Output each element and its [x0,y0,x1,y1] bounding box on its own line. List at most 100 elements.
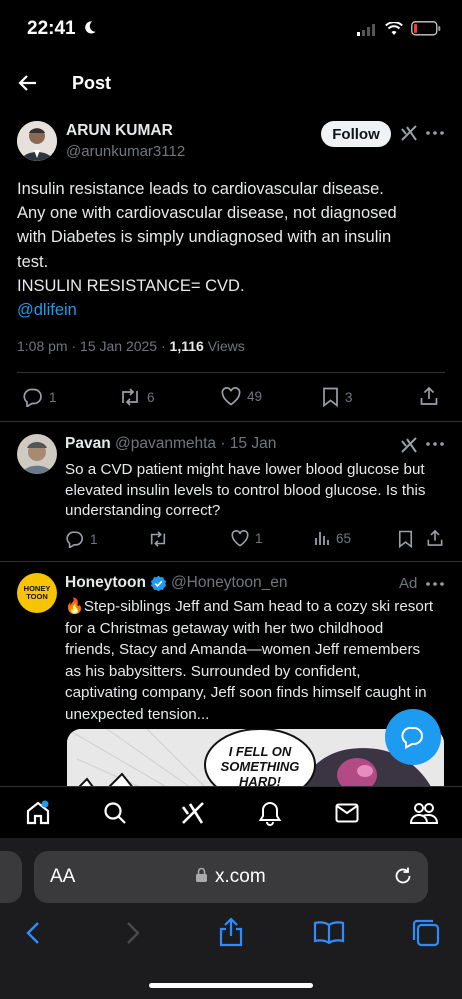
views-icon [315,532,329,545]
post-line: with Diabetes is simply undiagnosed with… [17,228,392,247]
bookmark-icon [323,387,338,407]
home-indicator [149,983,313,988]
wifi-icon [385,22,403,36]
page-title: Post [72,73,112,93]
reply-text: So a CVD patient might have lower blood … [65,460,450,522]
like-action[interactable]: 49 [221,387,262,406]
post-text: Insulin resistance leads to cardiovascul… [17,177,447,322]
bookmark-action[interactable]: 3 [322,387,353,407]
grok-icon[interactable] [181,801,205,825]
reload-icon[interactable] [393,866,413,886]
reply-views-count: 65 [336,530,352,546]
reply-date[interactable]: · 15 Jan [220,435,276,452]
back-arrow-icon[interactable] [17,74,37,92]
ad-header: Honeytoon @Honeytoon_en [65,574,288,592]
like-icon [231,530,249,547]
reply-line: So a CVD patient might have lower blood … [65,461,425,478]
more-icon[interactable] [426,131,444,135]
post-line: Insulin resistance leads to cardiovascul… [17,180,384,198]
share-icon[interactable] [427,529,443,547]
repost-count: 6 [147,389,155,405]
divider [0,561,462,562]
reply-icon [23,388,42,407]
comic-line: I FELL ON [228,744,292,759]
reply-author-handle[interactable]: @pavanmehta [115,435,216,452]
moon-icon [82,20,97,35]
comic-line: SOMETHING [220,759,300,774]
repost-action[interactable]: 6 [119,387,155,407]
mention-link[interactable]: @dlifein [17,298,447,322]
ad-line: 🔥Step-siblings Jeff and Sam head to a co… [65,598,434,615]
like-icon [221,387,241,406]
post-line: INSULIN RESISTANCE= CVD. [17,276,245,295]
mail-icon[interactable] [335,803,359,823]
message-fab[interactable] [385,709,441,765]
author-avatar[interactable] [17,121,57,161]
reply-header: Pavan @pavanmehta · 15 Jan [65,435,276,453]
ad-line: friends, Stacy and Amanda—women Jeff rem… [65,641,421,658]
tabs-icon[interactable] [411,918,441,948]
lock-icon [195,867,208,883]
ad-line: captivating company, Jeff soon finds him… [65,684,427,701]
ad-avatar[interactable]: HONEY TOON [17,573,57,613]
reply-icon [66,531,84,548]
reader-aa-button[interactable]: AA [50,866,75,888]
ad-label: Ad [399,575,418,592]
author-name[interactable]: ARUN KUMAR [66,122,173,140]
status-time: 22:41 [27,18,76,39]
ad-avatar-logo: HONEY TOON [23,584,51,601]
reply-count: 1 [49,389,57,405]
repost-icon [150,531,166,547]
like-count: 49 [247,389,263,404]
comic-speech: I FELL ON SOMETHING HARD! [214,744,306,789]
grok-icon[interactable] [400,124,418,142]
reply-line: understanding correct? [65,502,221,520]
reply-like-count: 1 [255,531,263,546]
follow-button[interactable]: Follow [321,121,391,147]
divider [17,372,445,373]
bookmark-count: 3 [345,389,353,405]
reply-reply-count: 1 [90,531,98,547]
search-icon[interactable] [103,801,127,825]
verified-icon [150,575,166,591]
repost-icon [122,388,138,406]
reply-action[interactable]: 1 [23,387,57,407]
more-icon[interactable] [426,442,444,446]
communities-icon[interactable] [410,801,438,825]
bookmark-icon[interactable] [398,530,413,548]
home-icon[interactable] [25,800,51,826]
previous-tab-pill[interactable] [0,851,22,903]
url-text[interactable]: x.com [215,866,266,888]
browser-back-icon[interactable] [26,921,40,945]
post-line: Any one with cardiovascular disease, not… [17,204,397,223]
post-meta: 1:08 pm · 15 Jan 2025 · 1,116 Views [17,338,245,354]
ad-text: 🔥Step-siblings Jeff and Sam head to a co… [65,596,450,725]
ad-author-handle[interactable]: @Honeytoon_en [171,574,288,592]
message-fab-icon [401,726,423,749]
browser-forward-icon [126,921,140,945]
post-timestamp[interactable]: 1:08 pm · 15 Jan 2025 · [17,338,170,354]
grok-icon[interactable] [400,436,418,454]
reply-views-action[interactable]: 65 [314,530,351,546]
ad-line: for a Christmas getaway with her two chi… [65,619,384,637]
reply-like-action[interactable]: 1 [231,530,263,547]
ad-line: as his babysitters. Surrounded by confid… [65,662,361,680]
reply-avatar[interactable] [17,434,57,474]
reply-repost-action[interactable] [148,530,174,548]
reply-line: elevated insulin levels to control blood… [65,481,426,499]
battery-icon [411,21,441,36]
author-handle[interactable]: @arunkumar3112 [66,143,185,160]
views-label: Views [203,338,245,354]
bookmarks-book-icon[interactable] [313,920,345,944]
browser-share-icon[interactable] [218,917,244,947]
divider [0,421,462,422]
share-icon[interactable] [420,386,438,406]
signal-icon [357,24,377,36]
tab-bar [0,786,462,839]
more-icon[interactable] [426,582,444,586]
reply-author-name[interactable]: Pavan [65,435,111,452]
ad-author-name[interactable]: Honeytoon [65,574,146,592]
views-count: 1,116 [169,338,204,354]
notifications-icon[interactable] [258,800,282,826]
reply-reply-action[interactable]: 1 [66,530,98,548]
